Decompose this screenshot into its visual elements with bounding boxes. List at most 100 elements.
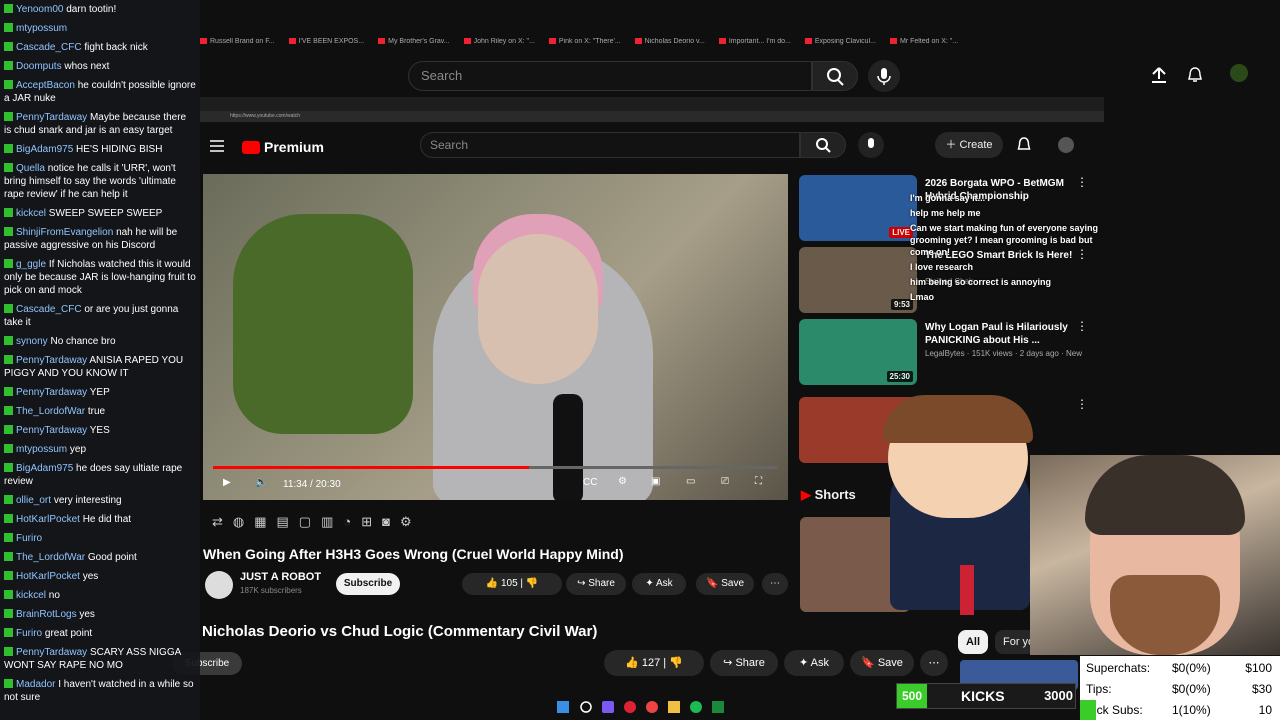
cast-icon[interactable]: ⎚ (721, 476, 729, 487)
chat-username[interactable]: PennyTardaway (16, 647, 87, 658)
bookmark-item[interactable]: My Brother's Grav... (378, 38, 450, 45)
channel-name[interactable]: JUST A ROBOT (240, 571, 321, 583)
settings-icon[interactable]: ⚙ (618, 476, 627, 487)
inner-avatar[interactable] (1058, 137, 1074, 153)
kicks-label: KICKS (961, 688, 1005, 704)
chat-username[interactable]: kickcel (16, 590, 46, 601)
outer-ask-button[interactable]: ✦ Ask (784, 650, 844, 676)
channel-avatar[interactable] (205, 571, 233, 599)
volume-icon[interactable]: 🔈 (255, 477, 267, 488)
inner-share-button[interactable]: ↪ Share (566, 573, 626, 595)
chat-username[interactable]: mtypossum (16, 444, 67, 455)
outer-more-button[interactable]: ⋯ (920, 650, 948, 676)
chat-username[interactable]: ShinjiFromEvangelion (16, 227, 113, 238)
bookmark-item[interactable]: Nicholas Deorio v... (634, 38, 705, 45)
chat-username[interactable]: Furiro (16, 533, 42, 544)
bookmark-item[interactable]: I'VE BEEN EXPOS... (288, 38, 364, 45)
bookmark-item[interactable]: Russell Brand on F... (200, 38, 275, 45)
inner-more-button[interactable]: ⋯ (762, 573, 788, 595)
chat-username[interactable]: Quella (16, 163, 45, 174)
play-icon[interactable]: ▶ (223, 477, 231, 488)
chat-message: PennyTardaway SCARY ASS NIGGA WONT SAY R… (4, 646, 196, 672)
chat-username[interactable]: Madador (16, 679, 55, 690)
chat-username[interactable]: Cascade_CFC (16, 42, 82, 53)
chat-username[interactable]: HotKarlPocket (16, 571, 80, 582)
rec-thumbnail[interactable]: 9:53 (799, 247, 917, 313)
rec-thumbnail[interactable]: LIVE (799, 175, 917, 241)
search-button[interactable] (812, 61, 858, 91)
chat-message: PennyTardaway YEP (4, 386, 196, 399)
chat-username[interactable]: The_LordofWar (16, 552, 85, 563)
stat-value: $0(0%) (1172, 661, 1211, 675)
kick-badge-icon (4, 208, 13, 217)
chat-username[interactable]: BigAdam975 (16, 144, 73, 155)
outer-like-button[interactable]: 👍 127 | 👎 (604, 650, 704, 676)
chat-username[interactable]: PennyTardaway (16, 112, 87, 123)
chat-username[interactable]: synony (16, 336, 48, 347)
outer-save-button[interactable]: 🔖 Save (850, 650, 914, 676)
more-vert-icon[interactable]: ⋮ (1076, 175, 1088, 189)
chat-username[interactable]: PennyTardaway (16, 355, 87, 366)
fullscreen-icon[interactable]: ⛶ (755, 476, 762, 487)
bell-icon[interactable] (1186, 66, 1204, 89)
chat-username[interactable]: PennyTardaway (16, 425, 87, 436)
rec-duration-badge: 25:30 (886, 371, 913, 382)
video-player[interactable]: ▶ 🔈 11:34 / 20:30 CC ⚙ ▣ ▭ ⎚ ⛶ (203, 174, 788, 500)
inner-mic-button[interactable] (858, 132, 884, 158)
sparkle-icon: ✦ (645, 578, 656, 589)
chat-username[interactable]: kickcel (16, 208, 46, 219)
inner-ask-button[interactable]: ✦ Ask (632, 573, 686, 595)
chat-message: Cascade_CFC fight back nick (4, 41, 196, 54)
bookmark-item[interactable]: John Riley on X: "... (463, 38, 535, 45)
inner-bell-icon[interactable] (1016, 137, 1032, 158)
chat-text: No chance bro (50, 336, 116, 347)
inner-subscribe-button[interactable]: Subscribe (336, 573, 400, 595)
inner-save-button[interactable]: 🔖 Save (696, 573, 754, 595)
chat-username[interactable]: g_ggle (16, 259, 46, 270)
video-progress-bar[interactable] (213, 466, 778, 469)
bookmark-item[interactable]: Exposing Clavicul... (804, 38, 876, 45)
theater-icon[interactable]: ▭ (686, 476, 695, 487)
miniplayer-icon[interactable]: ▣ (651, 476, 660, 487)
more-vert-icon[interactable]: ⋮ (1076, 397, 1088, 411)
chat-username[interactable]: mtypossum (16, 23, 67, 34)
youtube-logo[interactable]: Premium (242, 139, 324, 155)
donation-stats: Superchats: $0(0%) $100 Tips: $0(0%) $30 Kick … (1080, 656, 1280, 720)
chat-username[interactable]: HotKarlPocket (16, 514, 80, 525)
bookmark-item[interactable]: Mr Felted on X: "... (889, 38, 958, 45)
more-vert-icon[interactable]: ⋮ (1076, 319, 1088, 333)
create-button[interactable]: ＋ Create (935, 132, 1003, 158)
menu-icon[interactable] (210, 139, 224, 157)
inner-search-input[interactable]: Search (420, 132, 800, 158)
avatar-sticker-tie (960, 565, 974, 615)
chat-message: BigAdam975 he does say ultiate rape revi… (4, 462, 196, 488)
chat-username[interactable]: Cascade_CFC (16, 304, 82, 315)
address-bar[interactable]: https://www.youtube.com/watch (200, 111, 1104, 122)
upload-icon[interactable] (1150, 66, 1168, 89)
chat-username[interactable]: BrainRotLogs (16, 609, 77, 620)
chat-username[interactable]: PennyTardaway (16, 387, 87, 398)
chat-username[interactable]: AcceptBacon (16, 80, 75, 91)
chat-message: ollie_ort very interesting (4, 494, 196, 507)
chat-username[interactable]: Doomputs (16, 61, 62, 72)
inner-search-button[interactable] (800, 132, 846, 158)
captions-icon[interactable]: CC (583, 477, 597, 488)
subscriber-count: 187K subscribers (240, 586, 302, 595)
chip-all[interactable]: All (958, 630, 988, 654)
stat-value: 1(10%) (1172, 703, 1211, 717)
chat-username[interactable]: Yenoom00 (16, 4, 63, 15)
bookmark-item[interactable]: Important... I'm do... (718, 38, 791, 45)
inner-like-button[interactable]: 👍 105 | 👎 (462, 573, 562, 595)
rec-title[interactable]: Why Logan Paul is Hilariously PANICKING … (925, 321, 1087, 347)
bookmark-item[interactable]: Pink on X: "There'... (548, 38, 621, 45)
rec-thumbnail[interactable]: 25:30 (799, 319, 917, 385)
search-input[interactable]: Search (408, 61, 812, 91)
outer-share-button[interactable]: ↪ Share (710, 650, 778, 676)
chip-for-you[interactable]: For yo (995, 630, 1035, 654)
chat-username[interactable]: BigAdam975 (16, 463, 73, 474)
mic-button[interactable] (868, 60, 900, 92)
chat-username[interactable]: The_LordofWar (16, 406, 85, 417)
chat-username[interactable]: ollie_ort (16, 495, 51, 506)
avatar[interactable] (1230, 64, 1248, 82)
chat-username[interactable]: Furiro (16, 628, 42, 639)
